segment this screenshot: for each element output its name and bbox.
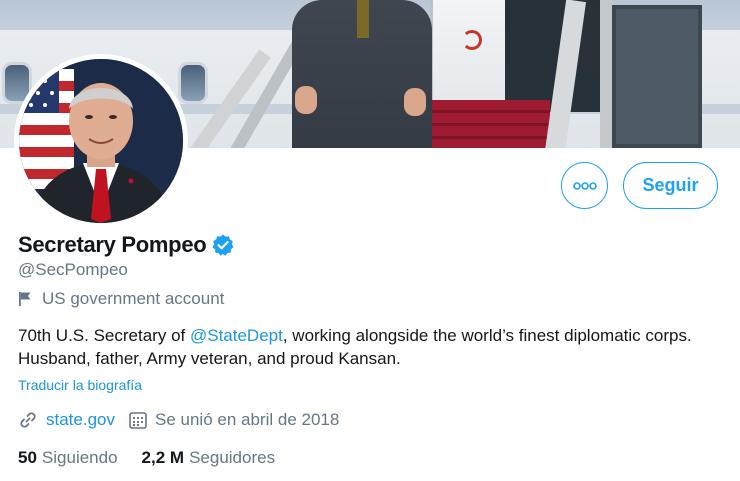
account-label: US government account	[18, 289, 224, 309]
profile-handle: @SecPompeo	[18, 260, 128, 279]
profile-bio: 70th U.S. Secretary of @StateDept, worki…	[18, 324, 718, 370]
more-options-button[interactable]	[561, 162, 608, 209]
followers-label: Seguidores	[189, 448, 276, 467]
verified-badge-icon	[212, 234, 234, 256]
banner-equipment	[612, 5, 702, 148]
banner-person-tie	[357, 0, 369, 38]
profile-name-row: Secretary Pompeo	[18, 230, 235, 260]
joined-date: Se unió en abril de 2018	[155, 410, 340, 429]
profile-meta: state.gov Se unió en abril de 2018	[18, 410, 339, 430]
flag-icon	[19, 292, 31, 306]
banner-window	[178, 62, 208, 104]
bio-text: 70th U.S. Secretary of	[18, 326, 190, 345]
account-label-text: US government account	[42, 289, 225, 308]
banner-door	[430, 0, 510, 112]
bio-mention-link[interactable]: @StateDept	[190, 326, 283, 345]
link-icon	[20, 412, 36, 428]
display-name: Secretary Pompeo	[18, 232, 207, 257]
following-count: 50	[18, 448, 37, 467]
profile-stats: 50 Siguiendo 2,2 M Seguidores	[18, 448, 275, 468]
banner-door-mark	[462, 30, 482, 50]
follow-button[interactable]: Seguir	[623, 162, 718, 209]
banner-person-hand	[295, 86, 317, 114]
banner-person-hand	[404, 88, 426, 116]
website-link[interactable]: state.gov	[46, 410, 115, 430]
followers-link[interactable]: 2,2 M Seguidores	[142, 448, 276, 468]
following-label: Siguiendo	[41, 448, 118, 467]
translate-bio-link[interactable]: Traducir la biografía	[18, 377, 142, 393]
following-link[interactable]: 50 Siguiendo	[18, 448, 118, 468]
calendar-icon	[129, 412, 147, 429]
avatar[interactable]	[14, 54, 188, 228]
more-options-icon	[572, 181, 597, 190]
avatar-portrait	[19, 59, 183, 223]
followers-count: 2,2 M	[141, 448, 185, 467]
